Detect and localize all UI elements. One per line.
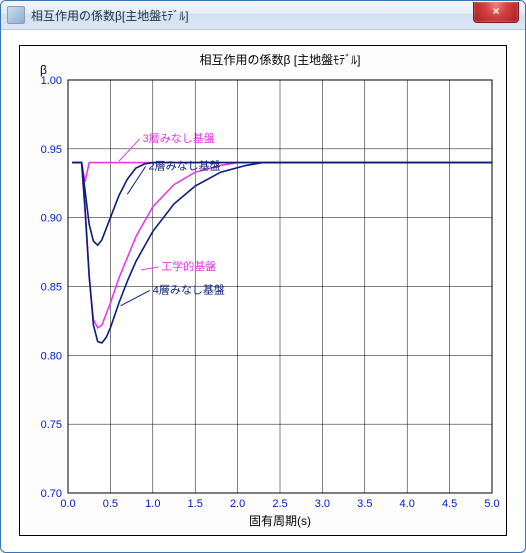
svg-text:0.5: 0.5 [103,498,118,510]
series-label: 3層みなし基盤 [143,132,215,145]
y-axis-label: β [40,63,47,77]
svg-text:0.85: 0.85 [41,282,62,294]
x-axis-label: 固有周期(s) [249,514,311,528]
svg-text:0.95: 0.95 [41,144,62,156]
svg-text:4.0: 4.0 [400,498,415,510]
chart: 0.0 0.5 1.0 1.5 2.0 2.5 3.0 3.5 4.0 4.5 5.0 0.70 0.7… [20,46,506,535]
series-label: 2層みなし基盤 [149,159,221,172]
svg-text:0.70: 0.70 [41,488,62,500]
svg-text:5.0: 5.0 [484,498,499,510]
svg-text:3.0: 3.0 [315,498,330,510]
svg-text:0.75: 0.75 [41,419,62,431]
svg-text:2.5: 2.5 [272,498,287,510]
app-icon [7,6,25,24]
close-icon: × [492,4,499,18]
svg-text:1.0: 1.0 [145,498,160,510]
client-area: 0.0 0.5 1.0 1.5 2.0 2.5 3.0 3.5 4.0 4.5 5.0 0.70 0.7… [9,37,517,544]
svg-text:3.5: 3.5 [357,498,372,510]
series-label: 4層みなし基盤 [153,283,225,296]
series-label: 工学的基盤 [161,259,216,273]
svg-text:0.0: 0.0 [60,498,75,510]
title-bar[interactable]: 相互作用の係数β[主地盤ﾓﾃﾞﾙ] × [1,1,525,30]
svg-text:2.0: 2.0 [230,498,245,510]
app-window: 相互作用の係数β[主地盤ﾓﾃﾞﾙ] × 0.0 0.5 1.0 1.5 2.0 2.5 3.… [0,0,526,553]
svg-text:1.5: 1.5 [188,498,203,510]
svg-text:0.90: 0.90 [41,213,62,225]
svg-text:0.80: 0.80 [41,350,62,362]
svg-text:4.5: 4.5 [442,498,457,510]
close-button[interactable]: × [473,2,519,23]
window-title: 相互作用の係数β[主地盤ﾓﾃﾞﾙ] [31,7,189,24]
plot-frame: 0.0 0.5 1.0 1.5 2.0 2.5 3.0 3.5 4.0 4.5 5.0 0.70 0.7… [19,45,507,536]
chart-title: 相互作用の係数β [主地盤ﾓﾃﾞﾙ] [200,52,361,67]
